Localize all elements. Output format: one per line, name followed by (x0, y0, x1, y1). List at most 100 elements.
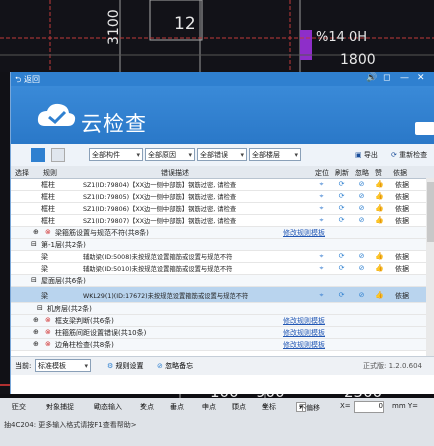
template-label: 当前: (15, 362, 32, 370)
group-row[interactable]: ⊕ ⊗ 框支梁判断(共6条) 修改规则模板 (11, 315, 434, 327)
back-arrow-icon: ⮌ (15, 75, 24, 84)
refresh-icon[interactable]: ⟳ (337, 264, 346, 273)
sound-icon[interactable]: 🔊 (366, 73, 377, 83)
floor-title: 第-1层(共2条) (41, 241, 86, 249)
thumbs-up-icon[interactable]: 👍 (375, 192, 384, 201)
locate-icon[interactable]: ⌖ (317, 192, 326, 201)
refresh-icon[interactable]: ⟳ (337, 252, 346, 261)
thumbs-up-icon[interactable]: 👍 (375, 216, 384, 225)
ignore-icon[interactable]: ⊘ (357, 264, 366, 273)
command-prompt: 抽4C204: 更多输入格式请按F1查看帮助> (4, 421, 137, 429)
locate-icon[interactable]: ⌖ (317, 264, 326, 273)
chevron-down-icon: ▾ (294, 151, 298, 159)
tree-view-icon[interactable] (51, 148, 65, 162)
close-icon[interactable]: ✕ (417, 73, 425, 83)
chevron-down-icon: ▾ (188, 151, 192, 159)
table-row[interactable]: 框柱 SZ1(ID:79807)【XX边一侧中部筋】钢筋过密, 请检查 ⌖ ⟳ ⊘ 👍 依据 (11, 215, 434, 227)
list-view-icon[interactable] (31, 148, 45, 162)
thumbs-up-icon[interactable]: 👍 (375, 180, 384, 189)
grid-scrollbar[interactable] (426, 178, 434, 356)
refresh-icon[interactable]: ⟳ (337, 216, 346, 225)
table-row[interactable]: 框柱 SZ1(ID:79804)【XX边一侧中部筋】钢筋过密, 请检查 ⌖ ⟳ ⊘ 👍 依据 (11, 179, 434, 191)
edit-rule-template-link[interactable]: 修改规则模板 (283, 228, 325, 238)
ignore-notes-link[interactable]: ⊘ 忽略备忘 (157, 361, 193, 371)
locate-icon[interactable]: ⌖ (317, 216, 326, 225)
floor-title: 机房层(共2条) (47, 305, 92, 313)
account-button[interactable] (415, 122, 434, 135)
ignore-icon[interactable]: ⊘ (357, 192, 366, 201)
group-row[interactable]: ⊟ 第-1层(共2条) (11, 239, 434, 251)
component-filter[interactable]: 全部构件 ▾ (89, 148, 143, 161)
export-button[interactable]: ▣ 导出 (355, 148, 378, 162)
app-header: 云检查 (11, 86, 434, 144)
scroll-thumb[interactable] (427, 182, 434, 242)
edit-rule-template-link[interactable]: 修改规则模板 (283, 340, 325, 350)
floor-filter[interactable]: 全部楼层 ▾ (249, 148, 301, 161)
refresh-icon[interactable]: ⟳ (337, 291, 346, 300)
locate-icon[interactable]: ⌖ (317, 204, 326, 213)
group-row[interactable]: ⊕ ⊗ 梁箍筋设置与规范不符(共8条) 修改规则模板 (11, 227, 434, 239)
x-label: X= (340, 402, 351, 410)
collapse-icon[interactable]: ⊟ (31, 240, 37, 248)
collapse-icon[interactable]: ⊟ (31, 276, 37, 284)
group-row[interactable]: ⊕ ⊗ 柱箍筋间距设置错误(共10条) 修改规则模板 (11, 327, 434, 339)
cloud-check-icon (37, 103, 76, 126)
basis-link[interactable]: 依据 (395, 291, 409, 301)
col-rule: 规则 (43, 169, 57, 177)
refresh-icon[interactable]: ⟳ (337, 204, 346, 213)
refresh-icon[interactable]: ⟳ (337, 180, 346, 189)
x-input[interactable]: 0 (354, 401, 384, 413)
cloud-check-window: ⮌ 返回 🔊 ◻ — ✕ 云检查 全部构件 ▾ 全部原因 ▾ 全部错误 ▾ 全部楼层 ▾… (10, 72, 434, 394)
basis-link[interactable]: 依据 (395, 180, 409, 190)
thumbs-up-icon[interactable]: 👍 (375, 252, 384, 261)
collapse-icon[interactable]: ⊟ (37, 304, 43, 312)
thumbs-up-icon[interactable]: 👍 (375, 291, 384, 300)
table-row[interactable]: 框柱 SZ1(ID:79806)【XX边一侧中部筋】钢筋过密, 请检查 ⌖ ⟳ ⊘ 👍 依据 (11, 203, 434, 215)
expand-icon[interactable]: ⊕ (33, 228, 39, 236)
locate-icon[interactable]: ⌖ (317, 291, 326, 300)
restore-icon[interactable]: ◻ (383, 73, 390, 83)
ignore-icon[interactable]: ⊘ (357, 291, 366, 300)
cad-label-1800: 1800 (340, 52, 376, 68)
basis-link[interactable]: 依据 (395, 264, 409, 274)
ignore-icon[interactable]: ⊘ (357, 180, 366, 189)
group-row[interactable]: ⊟ 屋面层(共6条) (11, 275, 434, 287)
table-row[interactable]: 框柱 SZ1(ID:79805)【XX边一侧中部筋】钢筋过密, 请检查 ⌖ ⟳ ⊘ 👍 依据 (11, 191, 434, 203)
expand-icon[interactable]: ⊕ (33, 328, 39, 336)
recheck-button[interactable]: ⟳ 重新检查 (391, 148, 427, 162)
table-row[interactable]: 梁 WKL29(1)(ID:17672)未按规范设置箍筋或设置与规范不符 ⌖ ⟳ ⊘ 👍 依… (11, 287, 434, 303)
refresh-icon: ⟳ (391, 151, 400, 159)
group-row[interactable]: ⊕ ⊗ 边角柱检查(共8条) 修改规则模板 (11, 339, 434, 351)
member-cell: 梁 (41, 292, 48, 300)
no-entry-icon: ⊘ (157, 362, 166, 370)
template-select[interactable]: 标准模板 ▾ (35, 359, 91, 372)
member-cell: 框柱 (41, 205, 55, 213)
edit-rule-template-link[interactable]: 修改规则模板 (283, 316, 325, 326)
basis-link[interactable]: 依据 (395, 216, 409, 226)
thumbs-up-icon[interactable]: 👍 (375, 204, 384, 213)
basis-link[interactable]: 依据 (395, 204, 409, 214)
col-description: 错误描述 (161, 169, 189, 177)
member-cell: 梁 (41, 265, 48, 273)
ignore-icon[interactable]: ⊘ (357, 204, 366, 213)
locate-icon[interactable]: ⌖ (317, 180, 326, 189)
expand-icon[interactable]: ⊕ (33, 340, 39, 348)
thumbs-up-icon[interactable]: 👍 (375, 264, 384, 273)
minimize-icon[interactable]: — (400, 73, 409, 83)
basis-link[interactable]: 依据 (395, 192, 409, 202)
col-basis: 依据 (393, 169, 407, 177)
expand-icon[interactable]: ⊕ (33, 316, 39, 324)
reason-filter[interactable]: 全部原因 ▾ (145, 148, 195, 161)
locate-icon[interactable]: ⌖ (317, 252, 326, 261)
table-row[interactable]: 梁 辅助梁(ID:5008)未按规范设置箍筋或设置与规范不符 ⌖ ⟳ ⊘ 👍 依据 (11, 251, 434, 263)
edit-rule-template-link[interactable]: 修改规则模板 (283, 328, 325, 338)
ignore-icon[interactable]: ⊘ (357, 252, 366, 261)
offset-select[interactable]: 不偏移 ▾ (296, 402, 320, 412)
rule-settings-link[interactable]: ⚙ 规则设置 (107, 361, 144, 371)
ignore-icon[interactable]: ⊘ (357, 216, 366, 225)
group-row[interactable]: ⊟ 机房层(共2条) (11, 303, 434, 315)
error-filter[interactable]: 全部错误 ▾ (197, 148, 247, 161)
basis-link[interactable]: 依据 (395, 252, 409, 262)
refresh-icon[interactable]: ⟳ (337, 192, 346, 201)
table-row[interactable]: 梁 辅助梁(ID:5010)未按规范设置箍筋或设置与规范不符 ⌖ ⟳ ⊘ 👍 依据 (11, 263, 434, 275)
